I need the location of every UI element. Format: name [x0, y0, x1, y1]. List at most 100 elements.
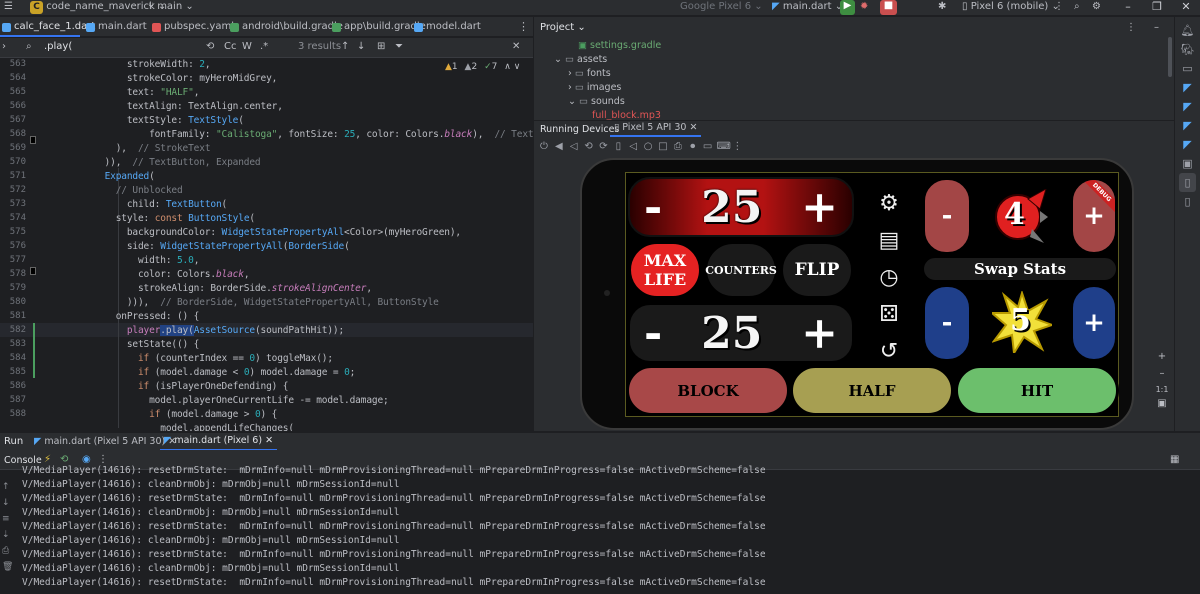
screenshot-icon[interactable]: ⎙ [672, 141, 684, 153]
console-more-icon[interactable]: ⋮ [98, 454, 108, 465]
expand-replace-icon[interactable]: › [2, 41, 6, 52]
more-actions-icon[interactable]: ⋮ [1054, 1, 1064, 12]
flutter-outline-icon[interactable]: ◤ [1175, 97, 1200, 116]
tree-item-images[interactable]: › ▭ images [568, 82, 621, 93]
running-devices-icon[interactable]: ▯ [1179, 173, 1196, 192]
code-editor[interactable]: 563 564 565 566 567 568 569 570 571 572 … [0, 58, 533, 431]
settings-icon[interactable]: ⚙ [1092, 1, 1101, 12]
hide-panel-icon[interactable]: – [1154, 22, 1159, 33]
inspections-down-icon[interactable]: ∨ [514, 62, 521, 72]
close-tab-icon[interactable]: ✕ [690, 122, 698, 133]
bottom-stat-minus-button[interactable]: - [922, 284, 972, 362]
back-icon[interactable]: ◁ [627, 141, 639, 153]
tree-item-settings-gradle[interactable]: ▣ settings.gradle [578, 40, 661, 51]
tab-pixel5-device[interactable]: ▯ Pixel 5 API 30 ✕ [610, 121, 702, 137]
multi-select-icon[interactable]: ⊞ [377, 41, 385, 52]
tree-item-full-block[interactable]: full_block.mp3 [592, 110, 661, 120]
power-icon[interactable]: ⏻ [538, 141, 550, 153]
block-button[interactable]: BLOCK [626, 365, 790, 416]
volume-up-icon[interactable]: ◀ [553, 141, 565, 153]
tab-calc-face[interactable]: calc_face_1.dart [0, 17, 95, 37]
zoom-in-icon[interactable]: + [1154, 351, 1170, 362]
top-minus-button[interactable]: - [644, 182, 662, 233]
zoom-actual-size[interactable]: 1:1 [1154, 385, 1170, 394]
tab-model-dart[interactable]: model.dart [412, 17, 482, 37]
debug-icon[interactable]: ✹ [860, 1, 868, 12]
soft-wrap-icon[interactable]: ≡ [2, 514, 12, 524]
zoom-out-icon[interactable]: – [1154, 368, 1170, 379]
mirror-input-icon[interactable]: ⌨ [717, 141, 731, 153]
layout-inspector-icon[interactable]: ▣ [1175, 154, 1200, 173]
minimize-button[interactable]: – [1114, 0, 1142, 16]
bug-icon[interactable]: ✱ [938, 1, 946, 12]
hot-reload-icon[interactable]: ⚡ [44, 454, 51, 465]
notifications-icon[interactable]: 🔔︎ [1175, 21, 1200, 40]
inspections-widget[interactable]: ▲1 ▲2 ✓7 ∧ ∨ [445, 62, 520, 72]
run-button[interactable]: ▶ [840, 0, 855, 15]
tree-item-sounds[interactable]: ⌄ ▭ sounds [568, 96, 625, 107]
search-everywhere-icon[interactable]: ⌕ [1074, 1, 1080, 12]
close-tab-icon[interactable]: ✕ [265, 435, 273, 446]
home-icon[interactable]: ○ [642, 141, 654, 153]
run-config-selector[interactable]: ◤ main.dart ⌄ [772, 1, 843, 12]
flutter-devtools-icon[interactable]: ◤ [1175, 135, 1200, 154]
devtools-icon[interactable]: ◉ [82, 454, 91, 465]
fold-icon[interactable]: ▯ [612, 141, 624, 153]
screen-record-icon[interactable]: ⏺ [687, 141, 699, 153]
layout-toggle-icon[interactable]: ▦ [1170, 454, 1179, 465]
project-switcher[interactable]: C code_name_maverick ⌄ [30, 1, 166, 14]
stop-button[interactable]: ■ [880, 0, 897, 15]
scroll-up-icon[interactable]: ↑ [2, 482, 12, 492]
console-output[interactable]: ↑ ↓ ≡ ⇣ ⎙ 🗑︎ V/MediaPlayer(14616): reset… [0, 465, 1200, 594]
bottom-minus-button[interactable]: - [644, 308, 662, 359]
bottom-stat-plus-button[interactable]: + [1070, 284, 1118, 362]
flutter-inspector-icon[interactable]: ◤ [1175, 78, 1200, 97]
tab-pubspec[interactable]: pubspec.yaml [150, 17, 234, 37]
prev-occurrence-icon[interactable]: ↑ [341, 41, 349, 52]
volume-down-icon[interactable]: ◁ [568, 141, 580, 153]
device-manager-icon[interactable]: ▭ [1175, 59, 1200, 78]
more-icon[interactable]: ⋮ [731, 141, 743, 153]
rotate-right-icon[interactable]: ⟳ [598, 141, 610, 153]
dice-icon[interactable]: ⚄ [874, 296, 904, 333]
top-stat-minus-button[interactable]: - [922, 177, 972, 255]
scrollbar[interactable] [1168, 37, 1172, 77]
close-search-icon[interactable]: ✕ [512, 41, 520, 52]
gradle-icon[interactable]: 🐘︎ [1175, 40, 1200, 59]
notebook-icon[interactable]: ▤ [874, 222, 904, 259]
flip-button[interactable]: FLIP [780, 241, 854, 299]
panel-options-icon[interactable]: ⋮ [1126, 22, 1136, 33]
target-device-dropdown[interactable]: Google Pixel 6 ⌄ [680, 1, 763, 12]
regex-toggle[interactable]: .* [260, 41, 268, 52]
match-case-toggle[interactable]: Cc [224, 41, 236, 52]
counters-button[interactable]: COUNTERS [704, 241, 778, 299]
print-icon[interactable]: ⎙ [2, 546, 12, 556]
flutter-performance-icon[interactable]: ◤ [1175, 116, 1200, 135]
close-window-button[interactable]: ✕ [1172, 0, 1200, 16]
search-input[interactable]: .play( [44, 41, 72, 52]
filter-icon[interactable]: ⏷ [395, 41, 403, 52]
hot-restart-icon[interactable]: ⟲ [60, 454, 68, 465]
project-panel-title[interactable]: Project ⌄ [540, 22, 586, 33]
new-line-icon[interactable]: ⟲ [206, 41, 214, 52]
tab-android-gradle[interactable]: android\build.gradle [228, 17, 343, 37]
tree-item-assets[interactable]: ⌄ ▭ assets [554, 54, 607, 65]
half-button[interactable]: HALF [790, 365, 954, 416]
emulator-icon[interactable]: ▯ [1175, 192, 1200, 211]
overview-icon[interactable]: □ [657, 141, 669, 153]
device-frame-icon[interactable]: ▭ [702, 141, 714, 153]
gear-icon[interactable]: ⚙ [874, 185, 904, 222]
rotate-left-icon[interactable]: ⟲ [583, 141, 595, 153]
swap-stats-button[interactable]: Swap Stats [922, 256, 1118, 282]
maximize-button[interactable]: ❐ [1143, 0, 1171, 16]
bottom-plus-button[interactable]: + [801, 308, 838, 359]
top-stat-plus-button[interactable]: + DEBUG [1070, 177, 1118, 255]
next-occurrence-icon[interactable]: ↓ [357, 41, 365, 52]
top-plus-button[interactable]: + [801, 182, 838, 233]
device-selector[interactable]: ▯ Pixel 6 (mobile) ⌄ [962, 1, 1060, 12]
run-tab-pixel5[interactable]: ◤ main.dart (Pixel 5 API 30) ✕ [30, 433, 180, 451]
max-life-button[interactable]: MAX LIFE [628, 241, 702, 299]
scroll-down-icon[interactable]: ↓ [2, 498, 12, 508]
inspections-up-icon[interactable]: ∧ [504, 62, 511, 72]
tree-item-fonts[interactable]: › ▭ fonts [568, 68, 611, 79]
